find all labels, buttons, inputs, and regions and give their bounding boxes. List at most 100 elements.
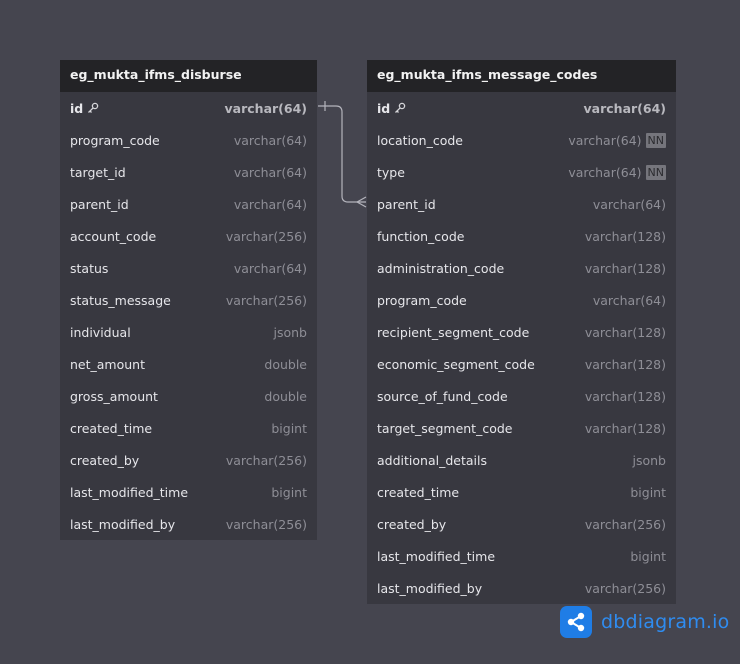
field-type: varchar(256) <box>584 580 666 596</box>
field-name: administration_code <box>377 261 504 276</box>
field-type: varchar(256) <box>225 228 307 244</box>
field-type: bigint <box>630 548 666 564</box>
field-row-last-modified-time[interactable]: last_modified_time bigint <box>367 540 676 572</box>
field-row-administration-code[interactable]: administration_code varchar(128) <box>367 252 676 284</box>
field-row-status-message[interactable]: status_message varchar(256) <box>60 284 317 316</box>
field-type: varchar(64) <box>233 164 307 180</box>
field-row-created-by[interactable]: created_by varchar(256) <box>367 508 676 540</box>
field-type: jsonb <box>632 452 667 468</box>
field-row-id[interactable]: id varchar(64) <box>60 92 317 124</box>
field-name: created_time <box>70 421 152 436</box>
field-name-text: program_code <box>70 132 160 148</box>
field-type: varchar(64) <box>233 260 307 276</box>
field-list: id varchar(64) location_code varchar(64) NN t… <box>367 92 676 604</box>
field-type: varchar(256) <box>225 292 307 308</box>
field-type-group: varchar(256) <box>226 453 307 468</box>
share-nodes-icon <box>560 606 592 638</box>
field-name: parent_id <box>377 197 436 212</box>
field-row-status[interactable]: status varchar(64) <box>60 252 317 284</box>
field-name: recipient_segment_code <box>377 325 529 340</box>
field-name-text: individual <box>70 324 131 340</box>
field-name: account_code <box>70 229 156 244</box>
key-icon <box>87 102 99 114</box>
field-name-text: target_segment_code <box>377 420 513 436</box>
field-name-text: id <box>70 100 84 116</box>
field-type-group: varchar(64) <box>234 261 307 276</box>
field-row-parent-id[interactable]: parent_id varchar(64) <box>367 188 676 220</box>
field-row-program-code[interactable]: program_code varchar(64) <box>60 124 317 156</box>
field-name-text: net_amount <box>70 356 145 372</box>
field-name-text: recipient_segment_code <box>377 324 530 340</box>
field-name-text: created_by <box>377 516 447 532</box>
field-type-group: varchar(128) <box>585 357 666 372</box>
field-name: target_id <box>70 165 126 180</box>
table-title[interactable]: eg_mukta_ifms_disburse <box>60 60 317 92</box>
field-row-type[interactable]: type varchar(64) NN <box>367 156 676 188</box>
field-type-group: varchar(64) <box>234 133 307 148</box>
field-type-group: varchar(64) NN <box>568 164 666 180</box>
field-type: bigint <box>271 484 307 500</box>
field-type: varchar(256) <box>584 516 666 532</box>
field-row-created-time[interactable]: created_time bigint <box>60 412 317 444</box>
field-type-group: varchar(256) <box>226 229 307 244</box>
field-type-group: varchar(128) <box>585 229 666 244</box>
field-name: individual <box>70 325 131 340</box>
field-name: parent_id <box>70 197 129 212</box>
field-row-created-time[interactable]: created_time bigint <box>367 476 676 508</box>
field-type: varchar(64) <box>224 100 307 116</box>
table-eg-mukta-ifms-disburse[interactable]: eg_mukta_ifms_disburse id varchar(64) prog… <box>60 60 317 540</box>
field-row-last-modified-time[interactable]: last_modified_time bigint <box>60 476 317 508</box>
field-type: varchar(128) <box>584 228 666 244</box>
field-name-text: function_code <box>377 228 465 244</box>
field-row-id[interactable]: id varchar(64) <box>367 92 676 124</box>
field-row-created-by[interactable]: created_by varchar(256) <box>60 444 317 476</box>
field-row-program-code[interactable]: program_code varchar(64) <box>367 284 676 316</box>
field-row-location-code[interactable]: location_code varchar(64) NN <box>367 124 676 156</box>
field-type-group: varchar(128) <box>585 325 666 340</box>
field-row-target-segment-code[interactable]: target_segment_code varchar(128) <box>367 412 676 444</box>
field-name: net_amount <box>70 357 145 372</box>
table-title[interactable]: eg_mukta_ifms_message_codes <box>367 60 676 92</box>
table-eg-mukta-ifms-message-codes[interactable]: eg_mukta_ifms_message_codes id varchar(64… <box>367 60 676 604</box>
field-list: id varchar(64) program_code varchar(64) targ… <box>60 92 317 540</box>
key-icon <box>394 102 406 114</box>
brand-name: dbdiagram.io <box>601 611 730 633</box>
field-row-last-modified-by[interactable]: last_modified_by varchar(256) <box>367 572 676 604</box>
field-type-group: varchar(64) <box>234 165 307 180</box>
field-row-last-modified-by[interactable]: last_modified_by varchar(256) <box>60 508 317 540</box>
field-row-gross-amount[interactable]: gross_amount double <box>60 380 317 412</box>
field-type: double <box>264 388 307 404</box>
not-null-badge: NN <box>645 164 666 180</box>
field-type-group: varchar(256) <box>226 293 307 308</box>
field-row-economic-segment-code[interactable]: economic_segment_code varchar(128) <box>367 348 676 380</box>
field-name-text: account_code <box>70 228 157 244</box>
field-row-recipient-segment-code[interactable]: recipient_segment_code varchar(128) <box>367 316 676 348</box>
relationship-line-id-to-parent-id[interactable] <box>318 105 366 203</box>
field-row-additional-details[interactable]: additional_details jsonb <box>367 444 676 476</box>
field-type: varchar(64) <box>568 164 642 180</box>
field-type: varchar(64) <box>583 100 666 116</box>
field-row-source-of-fund-code[interactable]: source_of_fund_code varchar(128) <box>367 380 676 412</box>
field-row-account-code[interactable]: account_code varchar(256) <box>60 220 317 252</box>
field-type-group: double <box>264 389 307 404</box>
dbdiagram-logo[interactable]: dbdiagram.io <box>560 606 729 638</box>
field-name-text: last_modified_by <box>377 580 483 596</box>
field-row-net-amount[interactable]: net_amount double <box>60 348 317 380</box>
field-type-group: double <box>264 357 307 372</box>
field-row-function-code[interactable]: function_code varchar(128) <box>367 220 676 252</box>
field-type: bigint <box>630 484 666 500</box>
field-type: varchar(64) <box>592 196 666 212</box>
field-name-text: target_id <box>70 164 126 180</box>
field-name-text: parent_id <box>70 196 129 212</box>
field-row-parent-id[interactable]: parent_id varchar(64) <box>60 188 317 220</box>
field-type-group: jsonb <box>633 453 667 468</box>
field-type-group: jsonb <box>274 325 308 340</box>
field-row-target-id[interactable]: target_id varchar(64) <box>60 156 317 188</box>
field-name-text: location_code <box>377 132 463 148</box>
field-type: varchar(64) <box>568 132 642 148</box>
field-row-individual[interactable]: individual jsonb <box>60 316 317 348</box>
field-type: varchar(64) <box>233 132 307 148</box>
field-type: varchar(128) <box>584 260 666 276</box>
field-name: location_code <box>377 133 463 148</box>
field-type: varchar(128) <box>584 388 666 404</box>
